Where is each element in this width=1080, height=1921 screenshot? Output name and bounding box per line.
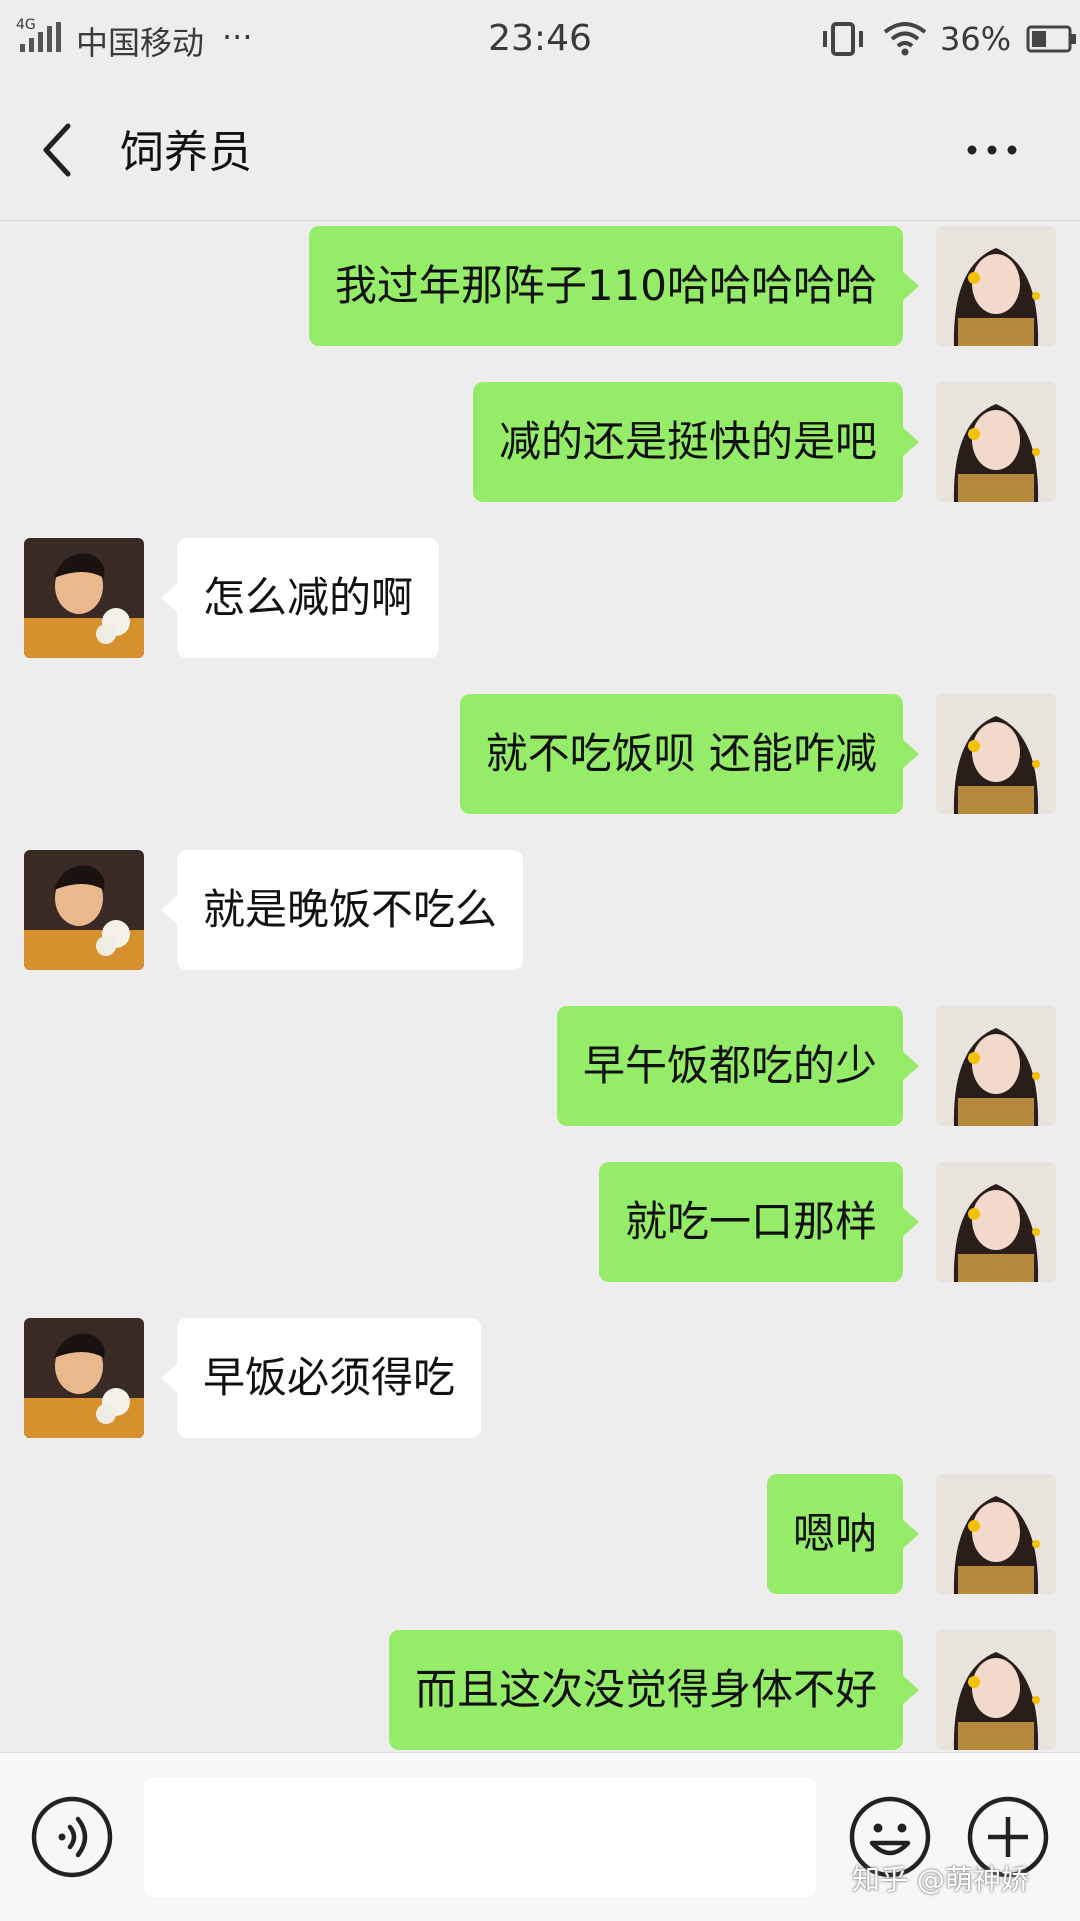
- back-icon[interactable]: [38, 120, 78, 180]
- chat-list[interactable]: 我过年那阵子110哈哈哈哈哈减的还是挺快的是吧 怎么减的啊 就不吃饭呗 还能咋减就是…: [0, 220, 1080, 1750]
- battery-icon: [1026, 25, 1076, 53]
- sent-message-bubble[interactable]: 减的还是挺快的是吧: [472, 382, 920, 502]
- sent-message-bubble[interactable]: 早午饭都吃的少: [556, 1006, 920, 1126]
- battery-percent: 36%: [940, 20, 1012, 58]
- more-icon[interactable]: [962, 135, 1022, 165]
- contact-avatar[interactable]: [24, 1318, 144, 1438]
- my-avatar[interactable]: [936, 694, 1056, 814]
- received-message-bubble[interactable]: 早饭必须得吃: [160, 1318, 482, 1438]
- sent-message-bubble[interactable]: 就吃一口那样: [598, 1162, 920, 1282]
- wifi-icon: [883, 22, 927, 56]
- chat-header: 饲养员: [0, 80, 1080, 221]
- received-message-bubble[interactable]: 就是晚饭不吃么: [160, 850, 524, 970]
- chat-title: 饲养员: [120, 127, 252, 178]
- vibrate-icon: [823, 22, 863, 56]
- sent-message-bubble[interactable]: 而且这次没觉得身体不好: [388, 1630, 920, 1750]
- sent-message-bubble[interactable]: 我过年那阵子110哈哈哈哈哈: [308, 226, 920, 346]
- sent-message-bubble[interactable]: 嗯呐: [766, 1474, 920, 1594]
- watermark: 知乎 @萌神娇: [852, 1863, 1029, 1896]
- status-bar: 4G 中国移动 ··· 23:46 36%: [0, 0, 1080, 80]
- contact-avatar[interactable]: [24, 850, 144, 970]
- message-input[interactable]: [144, 1777, 816, 1897]
- my-avatar[interactable]: [936, 1474, 1056, 1594]
- sent-message-bubble[interactable]: 就不吃饭呗 还能咋减: [459, 694, 920, 814]
- my-avatar[interactable]: [936, 1006, 1056, 1126]
- voice-icon[interactable]: [30, 1795, 114, 1879]
- my-avatar[interactable]: [936, 382, 1056, 502]
- received-message-bubble[interactable]: 怎么减的啊: [160, 538, 440, 658]
- contact-avatar[interactable]: [24, 538, 144, 658]
- my-avatar[interactable]: [936, 1630, 1056, 1750]
- my-avatar[interactable]: [936, 1162, 1056, 1282]
- my-avatar[interactable]: [936, 226, 1056, 346]
